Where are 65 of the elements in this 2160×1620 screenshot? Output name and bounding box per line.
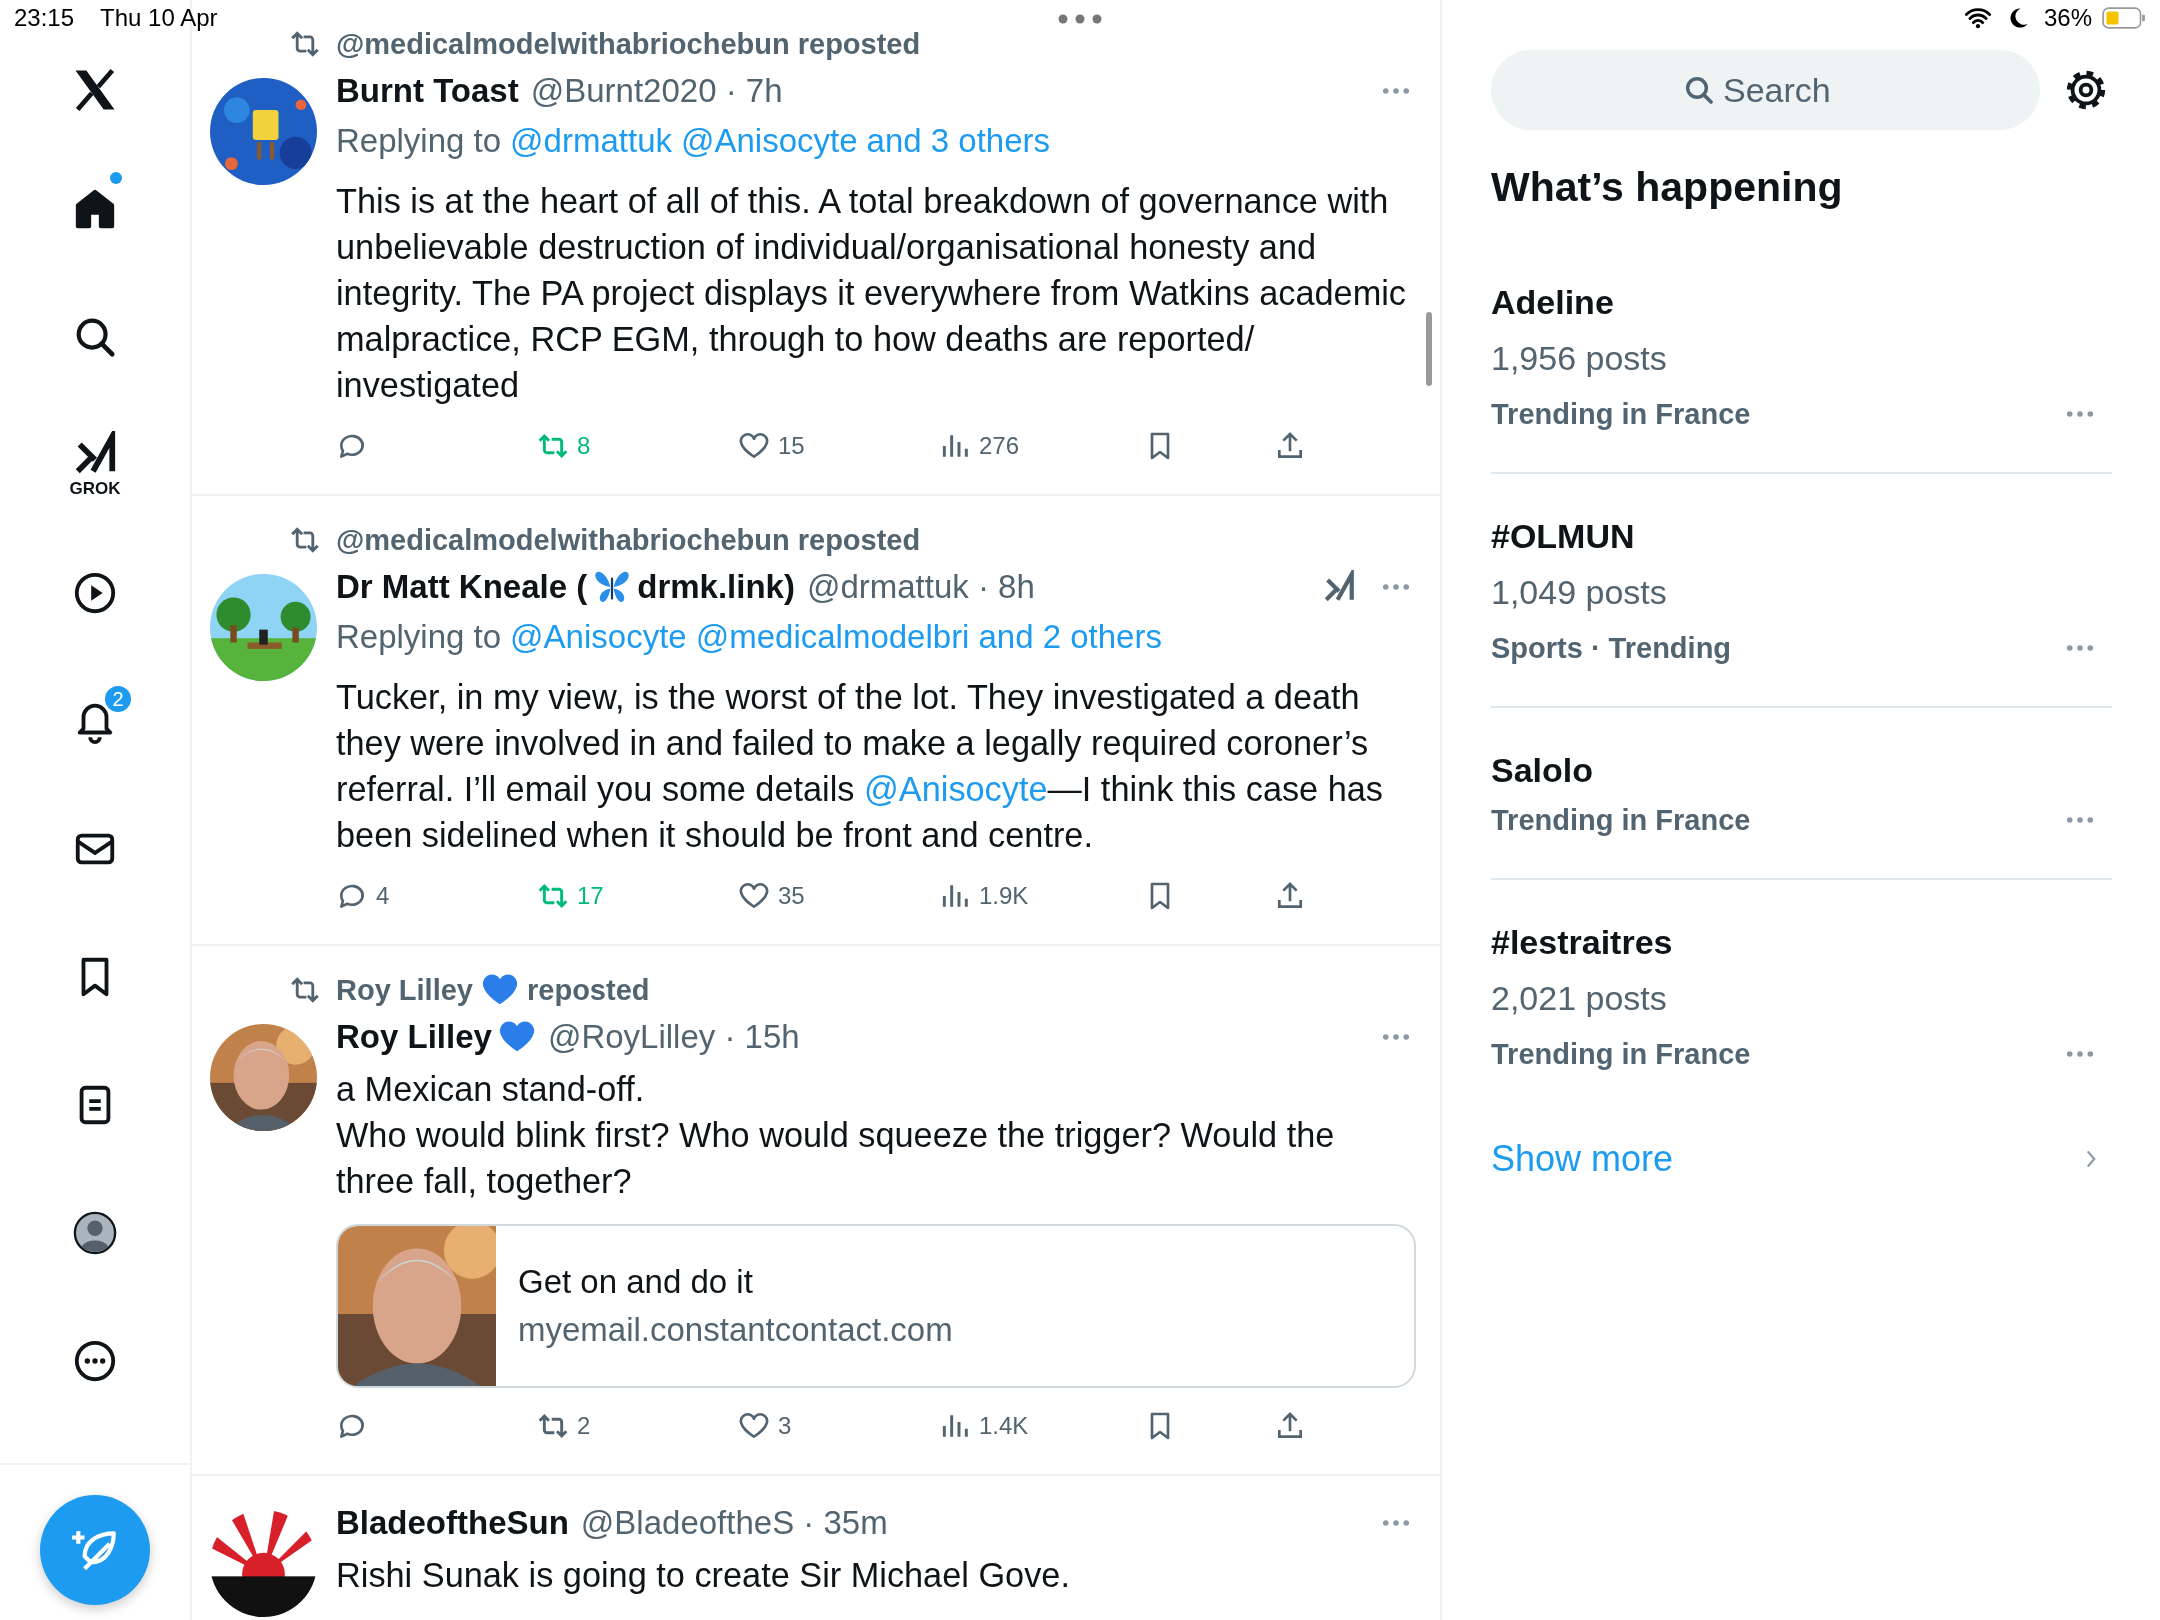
section-title: What’s happening bbox=[1491, 163, 1844, 212]
link-card[interactable]: Get on and do it myemail.constantcontact.com bbox=[336, 1224, 1416, 1388]
tweet-text: a Mexican stand-off. bbox=[336, 1069, 646, 1110]
replying-label: Replying to bbox=[336, 122, 502, 160]
status-time: 23:15 bbox=[14, 4, 75, 32]
wifi-icon bbox=[1963, 6, 1992, 30]
author-name: drmk.link) bbox=[637, 568, 795, 606]
battery-icon bbox=[2102, 6, 2146, 30]
trend-post-count: 2,021 posts bbox=[1491, 978, 1668, 1019]
trend-post-count: 1,956 posts bbox=[1491, 338, 1668, 379]
repost-label: @medicalmodelwithabriochebun reposted bbox=[336, 27, 921, 61]
trend-category: Trending in France bbox=[1491, 803, 1751, 837]
tweet-text: This is at the heart of all of this. A total breakdown of governance with unbelievable destruction of individual/organisational honesty and integrity. The PA project displays it everywhere from Watkins academic malpractice, RCP EGM, through to how deaths are reported/ investigated bbox=[336, 181, 1407, 406]
trend-name[interactable]: Adeline bbox=[1491, 280, 1614, 324]
compose-button[interactable] bbox=[40, 1495, 150, 1605]
views-button[interactable]: 1.9K bbox=[939, 866, 1029, 926]
trend-name[interactable]: Salolo bbox=[1491, 748, 1594, 792]
more-icon[interactable] bbox=[2066, 644, 2094, 652]
repost-label: @medicalmodelwithabriochebun reposted bbox=[336, 523, 921, 557]
more-icon[interactable] bbox=[2066, 1050, 2094, 1058]
multitask-dots-icon[interactable] bbox=[1058, 14, 1102, 24]
author-name: Roy Lilley bbox=[336, 1018, 492, 1056]
repost-label: Roy Lilley bbox=[336, 973, 473, 1007]
card-domain: myemail.constantcontact.com bbox=[518, 1311, 953, 1349]
status-date: Thu 10 Apr bbox=[100, 4, 218, 32]
author-handle: @RoyLilley · 15h bbox=[547, 1018, 800, 1056]
repost-button[interactable]: 2 bbox=[537, 1396, 591, 1456]
author-name: BladeoftheSun bbox=[336, 1504, 569, 1542]
more-icon[interactable] bbox=[2066, 410, 2094, 418]
like-button[interactable]: 15 bbox=[738, 416, 805, 476]
search-field[interactable]: Search bbox=[1723, 70, 1848, 110]
author-handle: @BladeoftheS · 35m bbox=[580, 1504, 888, 1542]
replying-label: Replying to bbox=[336, 618, 502, 656]
like-button[interactable]: 35 bbox=[738, 866, 805, 926]
trend-category: Trending in France bbox=[1491, 397, 1751, 431]
trend-post-count: 1,049 posts bbox=[1491, 572, 1668, 613]
battery-percent: 36% bbox=[2043, 4, 2092, 32]
more-icon[interactable] bbox=[2066, 816, 2094, 824]
repost-label: reposted bbox=[527, 973, 650, 1007]
grok-tab[interactable]: GROK bbox=[40, 401, 150, 529]
views-button[interactable]: 276 bbox=[939, 416, 1020, 476]
card-title: Get on and do it bbox=[518, 1263, 754, 1301]
author-name: Burnt Toast bbox=[336, 72, 519, 110]
trend-category: Trending in France bbox=[1491, 1037, 1751, 1071]
like-button[interactable]: 3 bbox=[738, 1396, 792, 1456]
more-icon[interactable] bbox=[1382, 87, 1410, 95]
scrollbar-thumb[interactable] bbox=[1426, 312, 1432, 386]
author-name: Dr Matt Kneale ( bbox=[336, 568, 588, 606]
more-icon[interactable] bbox=[1382, 1033, 1410, 1041]
trend-name[interactable]: #lestraitres bbox=[1491, 920, 1673, 964]
search-bar[interactable]: Search bbox=[1491, 50, 2040, 130]
tweet-text: Tucker, in my view, is the worst of the lot. They investigated a death they were involved in and failed to make a legally required coroner’s referral. I’ll email you some details @Anisocyte—I think this case has been sidelined when it should be front and centre. bbox=[336, 677, 1384, 856]
trend-category: Sports · Trending bbox=[1491, 631, 1732, 665]
notification-count: 2 bbox=[103, 684, 133, 714]
author-handle: @Burnt2020 · 7h bbox=[530, 72, 783, 110]
tweet-text: Rishi Sunak is going to create Sir Michael Gove. bbox=[336, 1555, 1071, 1596]
search-icon bbox=[1683, 74, 1715, 106]
views-button[interactable]: 1.4K bbox=[939, 1396, 1029, 1456]
more-icon[interactable] bbox=[1382, 583, 1410, 591]
author-handle: @drmattuk · 8h bbox=[806, 568, 1035, 606]
tweet-text: Who would blink first? Who would squeeze the trigger? Would the three fall, together? bbox=[336, 1115, 1336, 1202]
reply-button[interactable]: 4 bbox=[336, 866, 390, 926]
more-icon[interactable] bbox=[1382, 1519, 1410, 1527]
grok-icon[interactable] bbox=[1322, 570, 1356, 604]
trend-name[interactable]: #OLMUN bbox=[1491, 514, 1635, 558]
